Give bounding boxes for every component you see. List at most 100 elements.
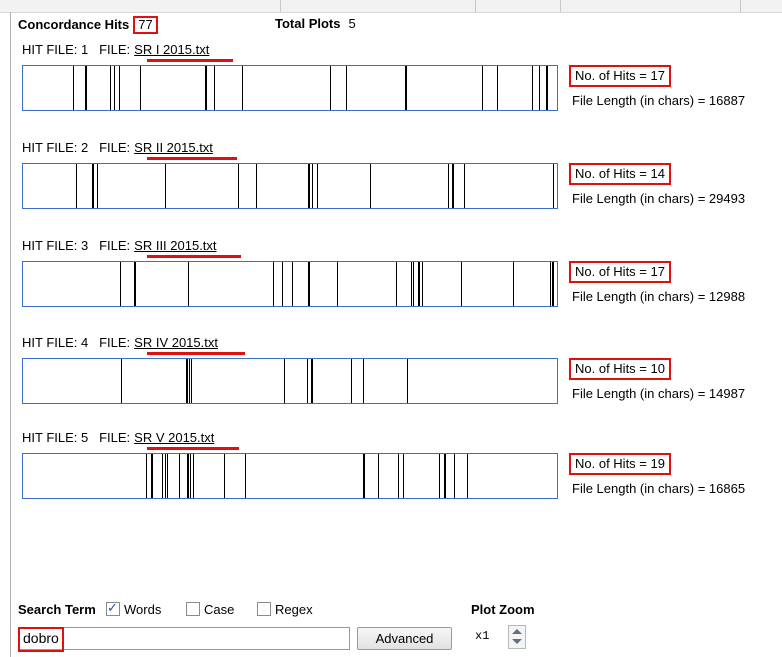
file-name-highlight: [147, 255, 241, 258]
hit-line: [193, 454, 194, 498]
hit-line: [467, 454, 468, 498]
hits-count-box: No. of Hits = 10: [569, 358, 671, 380]
hit-line: [552, 262, 554, 306]
hit-line: [411, 262, 412, 306]
hit-line: [413, 262, 414, 306]
hit-line: [464, 164, 465, 208]
hit-line: [351, 359, 352, 403]
hit-line: [119, 66, 120, 110]
file-length-text: File Length (in chars) = 16865: [572, 481, 746, 496]
hit-line: [76, 164, 77, 208]
hit-file-number: HIT FILE: 4: [22, 335, 89, 350]
case-checkbox-label: Case: [204, 602, 235, 617]
hits-count-box: No. of Hits = 19: [569, 453, 671, 475]
hit-line: [497, 66, 498, 110]
hit-line: [439, 454, 440, 498]
file-name-highlight: [147, 59, 233, 62]
words-checkbox-label: Words: [124, 602, 162, 617]
hits-count-box: No. of Hits = 14: [569, 163, 671, 185]
spinner-up-icon[interactable]: [512, 629, 522, 634]
file-length-text: File Length (in chars) = 29493: [572, 191, 746, 206]
hit-file-number: HIT FILE: 5: [22, 430, 89, 445]
hit-line: [346, 66, 347, 110]
hit-plot-strip[interactable]: [22, 65, 558, 111]
hit-line: [284, 359, 285, 403]
hit-line: [120, 262, 121, 306]
hit-plot-strip[interactable]: [22, 261, 558, 307]
file-name-highlight: [147, 447, 239, 450]
hit-line: [422, 262, 423, 306]
hit-line: [238, 164, 239, 208]
file-name-link[interactable]: SR IV 2015.txt: [134, 335, 218, 350]
hit-line: [550, 262, 551, 306]
file-name-link[interactable]: SR II 2015.txt: [134, 140, 213, 155]
hit-line: [188, 262, 189, 306]
file-label: HIT FILE: 1 FILE: SR I 2015.txt: [22, 42, 209, 57]
hit-line: [418, 262, 420, 306]
hit-line: [405, 66, 407, 110]
file-name-link[interactable]: SR III 2015.txt: [134, 238, 216, 253]
hit-line: [282, 262, 283, 306]
total-plots-label: Total Plots: [275, 16, 341, 31]
file-length-text: File Length (in chars) = 12988: [572, 289, 746, 304]
file-name-highlight: [147, 352, 245, 355]
words-checkbox[interactable]: Words: [106, 600, 162, 618]
hit-plot-strip[interactable]: [22, 163, 558, 209]
hit-line: [312, 164, 313, 208]
file-name-link[interactable]: SR I 2015.txt: [134, 42, 209, 57]
hit-file-number: HIT FILE: 3: [22, 238, 89, 253]
hit-line: [167, 454, 168, 498]
hit-line: [140, 66, 141, 110]
dispersion-plot-3: HIT FILE: 3 FILE: SR III 2015.txt No. of …: [0, 238, 782, 334]
hit-line: [114, 66, 115, 110]
hit-line: [273, 262, 274, 306]
hit-line: [337, 262, 338, 306]
hit-line: [403, 454, 404, 498]
advanced-button[interactable]: Advanced: [357, 627, 452, 650]
words-checkbox-box[interactable]: [106, 600, 120, 616]
hit-line: [110, 66, 111, 110]
hits-count-box: No. of Hits = 17: [569, 261, 671, 283]
file-length-text: File Length (in chars) = 16887: [572, 93, 746, 108]
case-checkbox-box[interactable]: [186, 602, 200, 616]
hit-line: [186, 359, 188, 403]
total-plots: Total Plots 5: [275, 16, 356, 31]
hit-line: [363, 359, 364, 403]
hit-line: [461, 262, 462, 306]
plot-zoom-spinner[interactable]: [508, 625, 526, 649]
hit-line: [444, 454, 446, 498]
file-name-highlight: [147, 157, 237, 160]
hit-line: [454, 454, 455, 498]
hit-line: [245, 454, 246, 498]
hits-count-box: No. of Hits = 17: [569, 65, 671, 87]
hit-line: [205, 66, 207, 110]
hit-line: [378, 454, 379, 498]
hit-line: [121, 359, 122, 403]
hit-line: [407, 359, 408, 403]
hit-line: [308, 164, 310, 208]
hit-line: [92, 164, 94, 208]
hit-line: [513, 262, 514, 306]
hit-plot-strip[interactable]: [22, 453, 558, 499]
file-name-link[interactable]: SR V 2015.txt: [134, 430, 214, 445]
hit-line: [214, 66, 215, 110]
regex-checkbox-box[interactable]: [257, 602, 271, 616]
search-input-value[interactable]: dobro: [18, 627, 64, 652]
spinner-down-icon[interactable]: [512, 639, 522, 644]
hit-line: [256, 164, 257, 208]
top-tab-strip: [0, 0, 782, 13]
search-input[interactable]: dobro: [18, 627, 350, 652]
case-checkbox[interactable]: Case: [186, 602, 234, 618]
hit-plot-strip[interactable]: [22, 358, 558, 404]
plot-zoom-value[interactable]: x1: [475, 629, 489, 643]
hit-line: [307, 359, 308, 403]
hit-line: [179, 454, 180, 498]
search-term-label: Search Term: [18, 602, 96, 617]
concordance-hits-label: Concordance Hits: [18, 17, 130, 32]
concordance-header: Concordance Hits 77 Total Plots 5: [18, 16, 356, 34]
hit-line: [187, 454, 189, 498]
hit-line: [370, 164, 371, 208]
hit-line: [330, 66, 331, 110]
regex-checkbox[interactable]: Regex: [257, 602, 313, 618]
hit-line: [398, 454, 399, 498]
